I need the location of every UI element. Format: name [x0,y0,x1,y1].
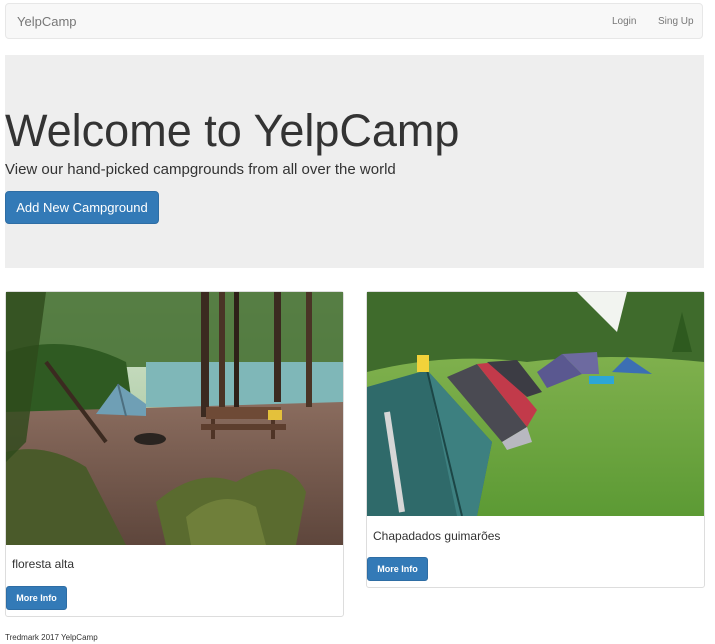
page-title: Welcome to YelpCamp [5,105,460,156]
campground-image[interactable] [6,292,343,545]
brand-link[interactable]: YelpCamp [17,4,77,40]
more-info-button[interactable]: More Info [367,557,428,581]
campground-name: floresta alta [12,557,75,571]
add-campground-button[interactable]: Add New Campground [5,191,159,224]
more-info-button[interactable]: More Info [6,586,67,610]
campground-card: Chapadados guimarões More Info [366,291,705,588]
page-subtitle: View our hand-picked campgrounds from al… [5,161,396,178]
campground-image[interactable] [367,292,704,516]
footer-text: Tredmark 2017 YelpCamp [5,633,98,642]
login-link[interactable]: Login [612,4,636,40]
navbar: YelpCamp Login Sing Up [5,3,703,39]
campground-card: floresta alta More Info [5,291,344,617]
signup-link[interactable]: Sing Up [658,4,694,40]
campground-name: Chapadados guimarões [373,529,501,543]
